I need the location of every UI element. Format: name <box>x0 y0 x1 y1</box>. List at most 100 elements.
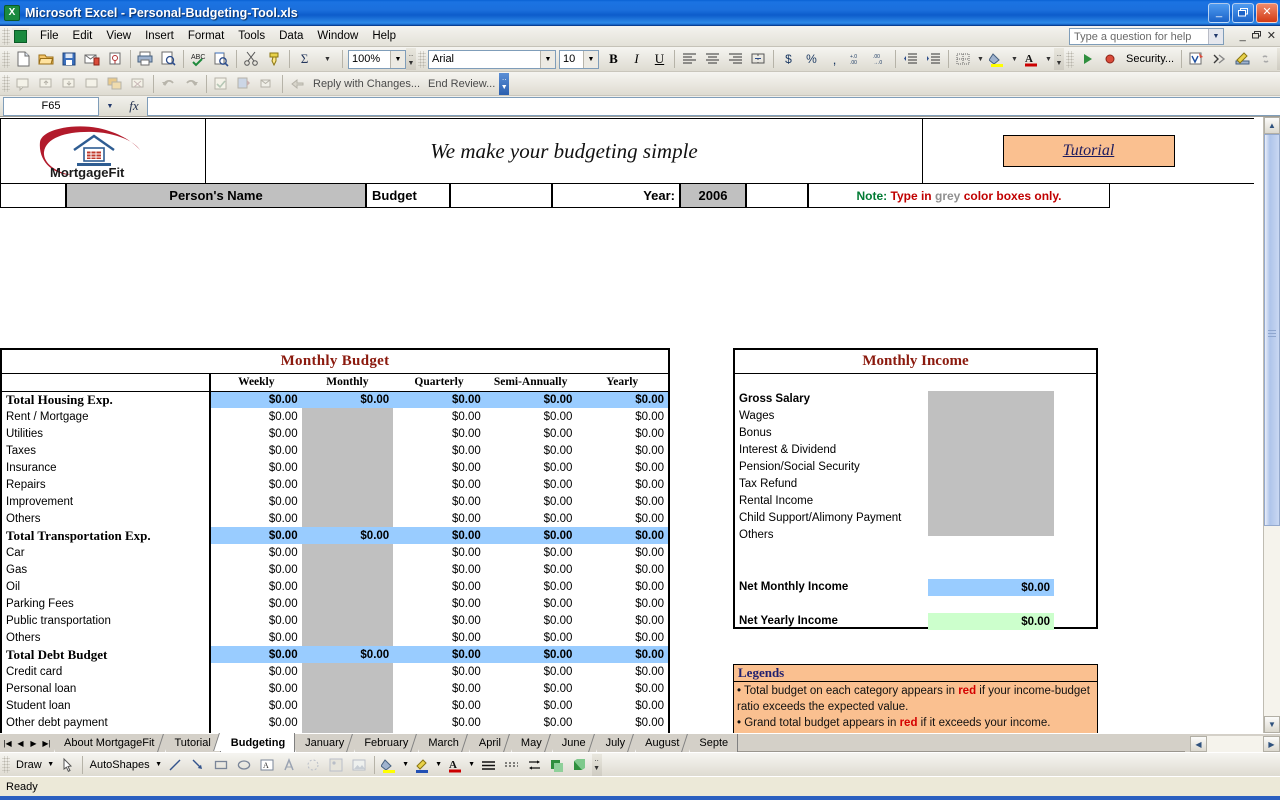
menu-item-data[interactable]: Data <box>272 28 310 45</box>
vertical-scrollbar[interactable]: ▲ ▼ <box>1263 117 1280 733</box>
sheet-tab-january[interactable]: January <box>295 734 354 752</box>
line-style-icon[interactable] <box>477 754 500 776</box>
oval-icon[interactable] <box>233 754 256 776</box>
3d-style-icon[interactable] <box>569 754 592 776</box>
vertical-scroll-thumb[interactable] <box>1264 134 1280 526</box>
income-input-area[interactable] <box>928 391 1054 536</box>
fill-color-icon[interactable] <box>986 48 1009 70</box>
font-size-select[interactable]: 10 ▼ <box>559 50 599 69</box>
print-icon[interactable] <box>134 48 157 70</box>
select-objects-icon[interactable] <box>56 754 79 776</box>
sheet-tab-septe[interactable]: Septe <box>689 734 738 752</box>
save-icon[interactable] <box>58 48 81 70</box>
budget-monthly-input[interactable] <box>302 663 394 680</box>
font-name-select[interactable]: Arial ▼ <box>428 50 556 69</box>
first-sheet-button[interactable]: |◀ <box>1 736 14 751</box>
chevron-down-icon[interactable]: ▼ <box>390 51 405 68</box>
prev-sheet-button[interactable]: ◀ <box>14 736 27 751</box>
increase-indent-icon[interactable] <box>922 48 945 70</box>
cut-icon[interactable] <box>240 48 263 70</box>
draw-dropdown-icon[interactable]: ▼ <box>46 754 56 776</box>
print-preview-icon[interactable] <box>157 48 180 70</box>
restore-button[interactable] <box>1232 3 1254 23</box>
standard-toolbar-overflow[interactable]: ‧‧▼ <box>406 48 416 70</box>
decrease-indent-icon[interactable] <box>899 48 922 70</box>
underline-button[interactable]: U <box>648 48 671 70</box>
autosum-icon[interactable]: Σ <box>293 48 316 70</box>
formula-input[interactable] <box>147 97 1280 116</box>
scroll-up-button[interactable]: ▲ <box>1264 117 1280 134</box>
close-button[interactable]: ✕ <box>1256 3 1278 23</box>
menu-item-help[interactable]: Help <box>365 28 403 45</box>
open-icon[interactable] <box>35 48 58 70</box>
decrease-decimal-icon[interactable]: .00→.0 <box>869 48 892 70</box>
menu-item-view[interactable]: View <box>99 28 138 45</box>
worksheet-canvas[interactable]: MortgageFit We make your budgeting simpl… <box>0 117 1263 733</box>
last-sheet-button[interactable]: ▶| <box>40 736 53 751</box>
scroll-left-button[interactable]: ◀ <box>1190 736 1207 752</box>
budget-monthly-input[interactable] <box>302 476 394 493</box>
budget-monthly-input[interactable] <box>302 425 394 442</box>
permission-icon[interactable] <box>104 48 127 70</box>
insert-function-icon[interactable]: fx <box>121 97 147 116</box>
budget-monthly-input[interactable] <box>302 629 394 646</box>
reviewing-toolbar-overflow[interactable]: ‧‧▼ <box>499 73 509 95</box>
text-box-icon[interactable]: A <box>256 754 279 776</box>
vertical-scroll-track[interactable] <box>1264 134 1280 716</box>
arrow-icon[interactable] <box>187 754 210 776</box>
budget-monthly-input[interactable] <box>302 595 394 612</box>
visualbasic-toolbar-grip[interactable] <box>1066 51 1074 68</box>
macro-security-icon[interactable] <box>1099 48 1122 70</box>
standard-toolbar-grip[interactable] <box>2 51 10 68</box>
align-right-icon[interactable] <box>724 48 747 70</box>
font-color-icon[interactable]: A <box>1020 48 1043 70</box>
year-input[interactable]: 2006 <box>680 184 746 208</box>
next-sheet-button[interactable]: ▶ <box>27 736 40 751</box>
sheet-tab-february[interactable]: February <box>354 734 418 752</box>
spelling-icon[interactable]: ABC <box>187 48 210 70</box>
line-icon[interactable] <box>164 754 187 776</box>
percent-button[interactable]: % <box>800 48 823 70</box>
budget-monthly-input[interactable] <box>302 697 394 714</box>
menu-item-window[interactable]: Window <box>310 28 365 45</box>
fill-color-icon[interactable] <box>378 754 401 776</box>
draw-menu[interactable]: Draw <box>12 759 46 771</box>
formatting-toolbar-grip[interactable] <box>418 51 426 68</box>
mail-recipient-icon[interactable] <box>81 48 104 70</box>
budget-monthly-input[interactable] <box>302 493 394 510</box>
horizontal-scrollbar[interactable]: ◀ ▶ <box>1190 736 1280 752</box>
formatting-toolbar-overflow[interactable]: ‧‧▼ <box>1054 48 1064 70</box>
comma-button[interactable]: , <box>823 48 846 70</box>
chevron-down-icon[interactable]: ▼ <box>583 51 598 68</box>
budget-monthly-input[interactable] <box>302 731 394 733</box>
new-icon[interactable] <box>12 48 35 70</box>
budget-monthly-input[interactable] <box>302 459 394 476</box>
name-box-dropdown[interactable]: ▼ <box>99 97 121 116</box>
bold-button[interactable]: B <box>602 48 625 70</box>
budget-monthly-input[interactable] <box>302 544 394 561</box>
tutorial-link[interactable]: Tutorial <box>1003 135 1175 167</box>
budget-monthly-input[interactable] <box>302 561 394 578</box>
line-color-dropdown-icon[interactable]: ▼ <box>434 754 444 776</box>
sheet-tab-budgeting[interactable]: Budgeting <box>221 733 295 752</box>
arrow-style-icon[interactable] <box>523 754 546 776</box>
reviewing-toolbar-grip[interactable] <box>2 75 10 92</box>
align-center-icon[interactable] <box>701 48 724 70</box>
chevron-down-icon[interactable]: ▼ <box>540 51 555 68</box>
budget-monthly-input[interactable] <box>302 510 394 527</box>
drawing-toolbar-overflow[interactable]: ‧‧▼ <box>592 754 602 776</box>
visual-basic-editor-icon[interactable] <box>1185 48 1208 70</box>
borders-icon[interactable] <box>952 48 975 70</box>
format-painter-icon[interactable] <box>263 48 286 70</box>
budget-monthly-input[interactable] <box>302 680 394 697</box>
font-color-dropdown-icon[interactable]: ▼ <box>467 754 477 776</box>
sheet-tab-about-mortgagefit[interactable]: About MortgageFit <box>54 734 165 752</box>
menu-item-insert[interactable]: Insert <box>138 28 181 45</box>
menu-grip[interactable] <box>2 28 10 45</box>
autoshapes-menu[interactable]: AutoShapes <box>86 759 154 771</box>
italic-button[interactable]: I <box>625 48 648 70</box>
budget-monthly-input[interactable] <box>302 612 394 629</box>
drawing-toolbar-grip[interactable] <box>2 756 10 773</box>
design-mode-icon[interactable] <box>1231 48 1254 70</box>
menu-item-file[interactable]: File <box>33 28 66 45</box>
